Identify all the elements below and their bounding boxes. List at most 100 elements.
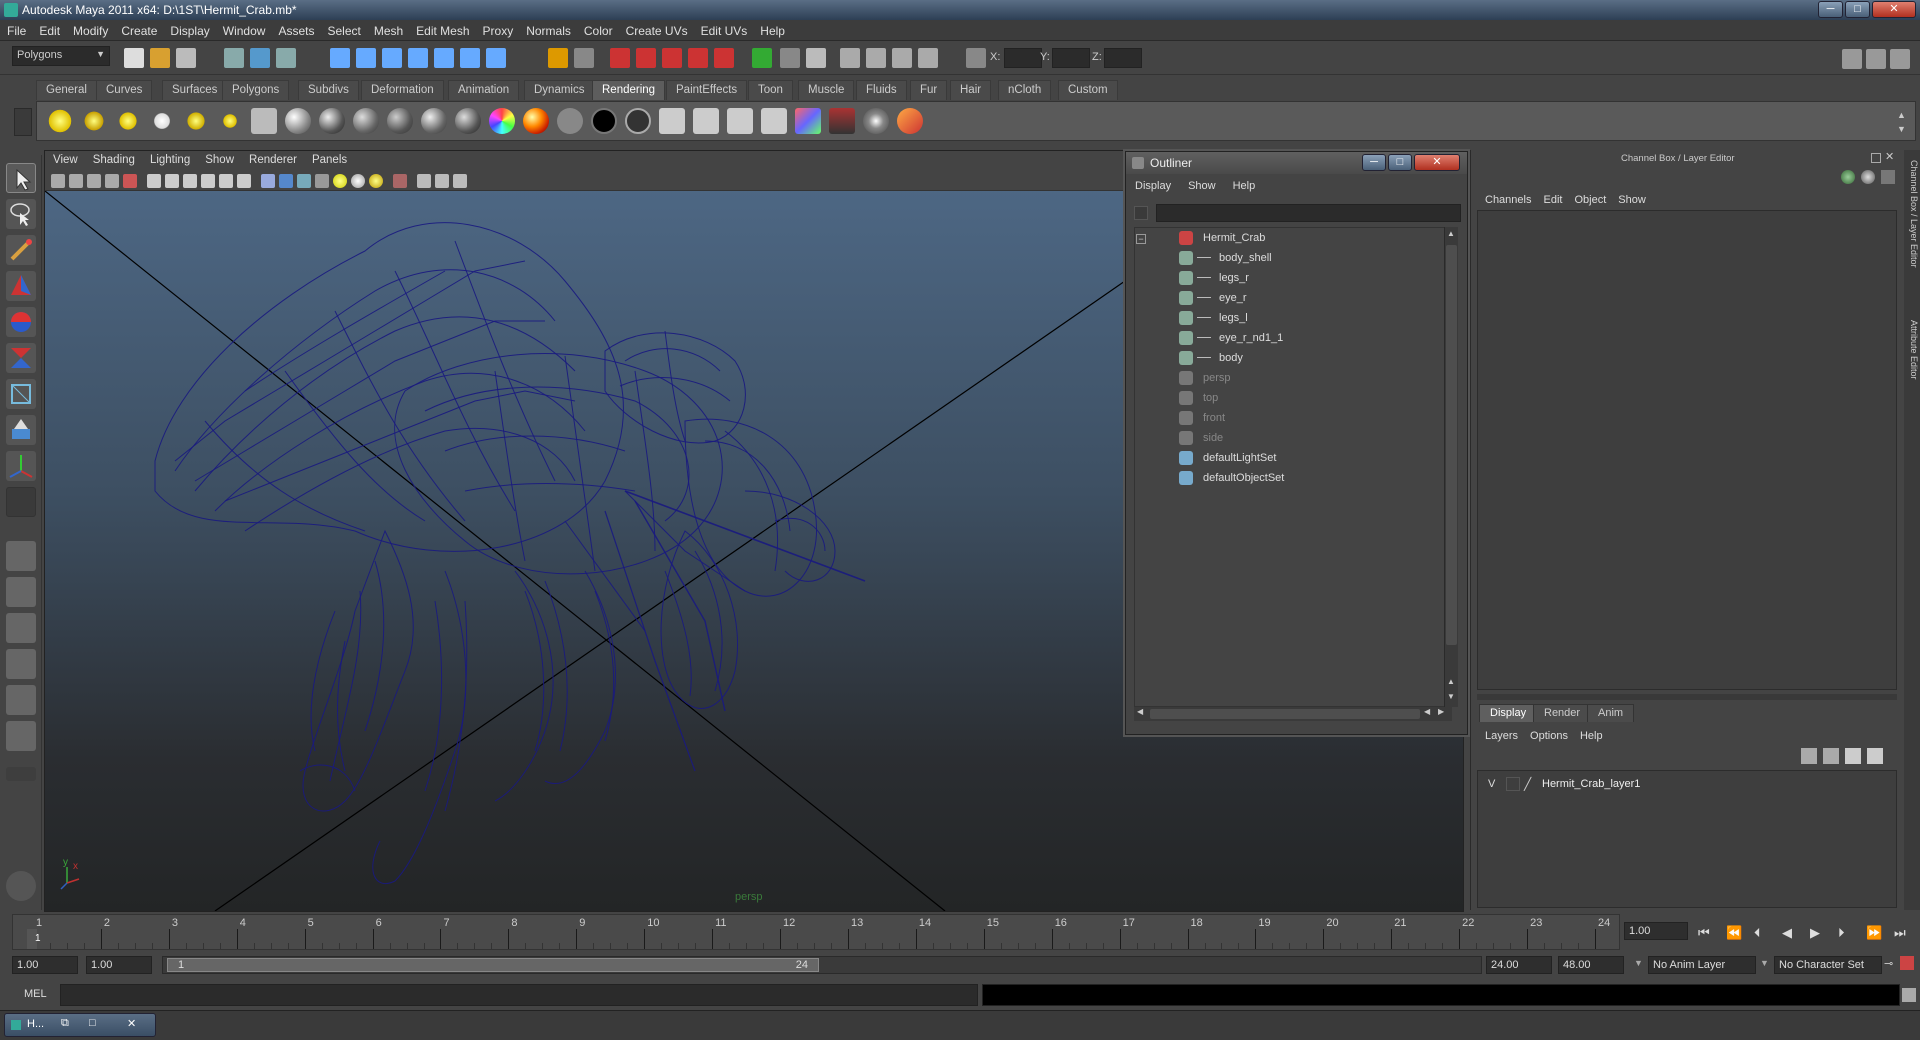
end-time-field[interactable]: 48.00 — [1558, 956, 1624, 974]
attribute-editor-toggle-icon[interactable] — [1842, 49, 1862, 69]
isolate-select-icon[interactable] — [393, 174, 407, 188]
vp-menu-panels[interactable]: Panels — [304, 151, 354, 166]
close-button[interactable]: ✕ — [1872, 1, 1916, 18]
menu-help[interactable]: Help — [753, 20, 791, 38]
outliner-filter-field[interactable] — [1156, 204, 1461, 222]
new-scene-icon[interactable] — [124, 48, 144, 68]
hypershade-shelf-icon[interactable] — [795, 108, 821, 134]
shelf-tab-animation[interactable]: Animation — [448, 80, 520, 100]
menu-select[interactable]: Select — [320, 20, 366, 38]
maximize-button[interactable]: □ — [1845, 1, 1870, 18]
splitter-handle[interactable] — [1477, 694, 1897, 700]
move-layer-up-icon[interactable] — [1801, 748, 1817, 764]
vp-menu-renderer[interactable]: Renderer — [241, 151, 304, 166]
new-layer-from-selected-icon[interactable] — [1867, 748, 1883, 764]
lock-icon[interactable] — [548, 48, 568, 68]
snap-curve-icon[interactable] — [356, 48, 376, 68]
outliner-item[interactable]: top — [1135, 388, 1435, 408]
safe-action-icon[interactable] — [219, 174, 233, 188]
select-tool-icon[interactable] — [6, 163, 36, 193]
outliner-minimize-button[interactable]: ─ — [1362, 154, 1386, 171]
outliner-close-button[interactable]: ✕ — [1414, 154, 1460, 171]
outliner-title-bar[interactable]: Outliner ─ □ ✕ — [1126, 152, 1467, 174]
script-editor-icon[interactable] — [1902, 988, 1916, 1002]
tool-settings-toggle-icon[interactable] — [1866, 49, 1886, 69]
outliner-item[interactable]: legs_l — [1135, 308, 1435, 328]
shelf-scroll-up-icon[interactable]: ▲ — [1897, 110, 1906, 120]
resolution-gate-icon[interactable] — [165, 174, 179, 188]
use-background-icon[interactable] — [591, 108, 617, 134]
area-light-icon[interactable] — [183, 108, 209, 134]
render-settings-icon[interactable] — [688, 48, 708, 68]
outliner-item[interactable]: defaultLightSet — [1135, 448, 1435, 468]
shelf-tab-fur[interactable]: Fur — [910, 80, 948, 100]
scroll-left-icon[interactable]: ◀ — [1137, 707, 1143, 716]
save-scene-icon[interactable] — [176, 48, 196, 68]
layer-menu-options[interactable]: Options — [1524, 730, 1574, 742]
ramp-shader-icon[interactable] — [489, 108, 515, 134]
shelf-tab-rendering[interactable]: Rendering — [592, 80, 666, 100]
use-all-lights-icon[interactable] — [351, 174, 365, 188]
last-tool-slot[interactable] — [6, 487, 36, 517]
shelf-tab-painteffects[interactable]: PaintEffects — [666, 80, 748, 100]
selection-lock-icon[interactable] — [574, 48, 594, 68]
layer-tab-anim[interactable]: Anim — [1587, 704, 1635, 722]
channel-box-side-tab[interactable]: Channel Box / Layer Editor — [1905, 160, 1919, 268]
menu-color[interactable]: Color — [577, 20, 619, 38]
history-icon[interactable] — [460, 48, 480, 68]
move-layer-down-icon[interactable] — [1823, 748, 1839, 764]
shelf-tab-deformation[interactable]: Deformation — [361, 80, 444, 100]
anisotropic-material-icon[interactable] — [421, 108, 447, 134]
z-field[interactable] — [1104, 48, 1142, 68]
four-view-layout-icon[interactable] — [6, 577, 36, 607]
backface-culling-icon[interactable] — [453, 174, 467, 188]
layout-options-button[interactable] — [6, 767, 36, 781]
animation-preferences-icon[interactable] — [1900, 956, 1914, 970]
menu-normals[interactable]: Normals — [519, 20, 577, 38]
layered-shader-icon[interactable] — [455, 108, 481, 134]
go-to-start-icon[interactable]: ⏮ — [1698, 925, 1710, 941]
menu-display[interactable]: Display — [163, 20, 215, 38]
outliner-item[interactable]: body — [1135, 348, 1435, 368]
select-component-icon[interactable] — [276, 48, 296, 68]
scroll-thumb[interactable] — [1446, 245, 1457, 645]
play-forwards-icon[interactable]: ▶ — [1810, 925, 1820, 941]
character-set-dropdown[interactable]: No Character Set — [1774, 956, 1882, 974]
open-scene-icon[interactable] — [150, 48, 170, 68]
shelf-tab-dynamics[interactable]: Dynamics — [524, 80, 595, 100]
shelf-tab-toon[interactable]: Toon — [748, 80, 793, 100]
time-slider[interactable]: 1 2 3 4 5 6 7 8 9 10 11 12 13 14 15 16 17 18 19 20 21 22 23 24 … — [12, 914, 1620, 950]
lasso-tool-icon[interactable] — [6, 199, 36, 229]
shelf-tab-fluids[interactable]: Fluids — [856, 80, 907, 100]
wireframe-shading-icon[interactable] — [261, 174, 275, 188]
script-language-label[interactable]: MEL — [24, 988, 47, 1000]
clipboard-icon[interactable] — [806, 48, 826, 68]
hscroll-thumb[interactable] — [1150, 709, 1420, 719]
outliner-menu-display[interactable]: Display — [1126, 178, 1179, 192]
range-slider-handle[interactable]: 1 24 — [167, 958, 819, 972]
step-back-frame-icon[interactable]: ⏴ — [1754, 925, 1761, 941]
scroll-right-icon[interactable]: ▶ — [1438, 707, 1444, 716]
menu-assets[interactable]: Assets — [271, 20, 320, 38]
xray-icon[interactable] — [417, 174, 431, 188]
spot-light-icon[interactable] — [149, 108, 175, 134]
start-time-field[interactable]: 1.00 — [12, 956, 78, 974]
layer-tab-display[interactable]: Display — [1479, 704, 1538, 722]
phong-material-icon[interactable] — [353, 108, 379, 134]
batch-render-icon[interactable] — [829, 108, 855, 134]
field-chart-icon[interactable] — [201, 174, 215, 188]
scale-tool-icon[interactable] — [6, 343, 36, 373]
outliner-item[interactable]: eye_r_nd1_1 — [1135, 328, 1435, 348]
single-perspective-layout-icon[interactable] — [6, 541, 36, 571]
rotate-tool-icon[interactable] — [6, 307, 36, 337]
snap-surface-icon[interactable] — [434, 48, 454, 68]
snap-point-icon[interactable] — [382, 48, 402, 68]
close-icon[interactable]: ✕ — [127, 1017, 136, 1030]
safe-title-icon[interactable] — [237, 174, 251, 188]
minimized-window-tab[interactable]: H... ⧉ □ ✕ — [4, 1013, 156, 1037]
film-gate-icon[interactable] — [147, 174, 161, 188]
range-slider-track[interactable]: 1 24 — [162, 956, 1482, 974]
outliner-item[interactable]: front — [1135, 408, 1435, 428]
layer-tab-render[interactable]: Render — [1533, 704, 1592, 722]
layer-row[interactable]: V ╱ Hermit_Crab_layer1 — [1482, 777, 1898, 793]
